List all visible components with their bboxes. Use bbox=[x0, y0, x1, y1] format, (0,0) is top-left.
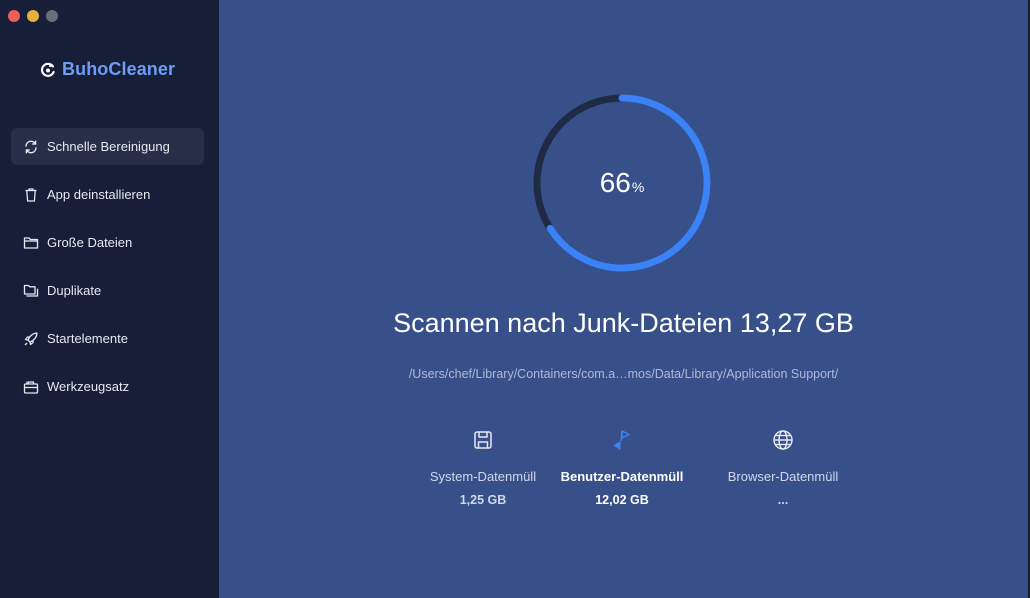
minimize-window-button[interactable] bbox=[27, 10, 39, 22]
category-label: Browser-Datenmüll bbox=[727, 469, 839, 484]
category-browser-junk[interactable]: Browser-Datenmüll ... bbox=[698, 426, 868, 507]
buho-logo-icon bbox=[40, 62, 55, 77]
progress-unit: % bbox=[631, 179, 645, 195]
sidebar: BuhoCleaner Schnelle Bereinigung App dei… bbox=[0, 0, 219, 598]
duplicate-folder-icon bbox=[23, 283, 39, 299]
toolbox-icon bbox=[23, 379, 39, 395]
category-size: 12,02 GB bbox=[595, 493, 649, 507]
progress-percentage: 66 % bbox=[529, 90, 715, 276]
globe-icon bbox=[698, 426, 868, 454]
close-window-button[interactable] bbox=[8, 10, 20, 22]
app-name: BuhoCleaner bbox=[62, 59, 176, 79]
sidebar-item-startelemente[interactable]: Startelemente bbox=[11, 320, 204, 357]
category-user-junk[interactable]: Benutzer-Datenmüll 12,02 GB bbox=[537, 426, 707, 507]
main-panel: 66 % Scannen nach Junk-Dateien 13,27 GB … bbox=[219, 0, 1028, 598]
folder-icon bbox=[23, 235, 39, 251]
scan-headline: Scannen nach Junk-Dateien 13,27 GB bbox=[393, 308, 854, 338]
rocket-icon bbox=[23, 331, 39, 347]
sidebar-item-label: Duplikate bbox=[47, 283, 102, 298]
sidebar-item-label: Schnelle Bereinigung bbox=[47, 139, 170, 154]
category-label: Benutzer-Datenmüll bbox=[560, 469, 684, 484]
refresh-icon bbox=[23, 139, 39, 155]
sidebar-item-werkzeugsatz[interactable]: Werkzeugsatz bbox=[11, 368, 204, 405]
sidebar-item-duplikate[interactable]: Duplikate bbox=[11, 272, 204, 309]
progress-value: 66 bbox=[599, 167, 631, 198]
sidebar-item-label: Werkzeugsatz bbox=[47, 379, 130, 394]
sidebar-item-app-deinstallieren[interactable]: App deinstallieren bbox=[11, 176, 204, 213]
zoom-window-button[interactable] bbox=[46, 10, 58, 22]
user-flag-icon bbox=[537, 426, 707, 454]
app-brand: BuhoCleaner bbox=[40, 59, 175, 80]
sidebar-item-label: Große Dateien bbox=[47, 235, 133, 250]
category-size: ... bbox=[777, 493, 789, 507]
sidebar-item-grosse-dateien[interactable]: Große Dateien bbox=[11, 224, 204, 261]
sidebar-item-schnelle-bereinigung[interactable]: Schnelle Bereinigung bbox=[11, 128, 204, 165]
window-controls bbox=[8, 10, 58, 22]
scan-current-path: /Users/chef/Library/Containers/com.a…mos… bbox=[408, 367, 839, 381]
sidebar-nav: Schnelle Bereinigung App deinstallieren … bbox=[11, 128, 204, 416]
sidebar-item-label: App deinstallieren bbox=[47, 187, 151, 202]
trash-icon bbox=[23, 187, 39, 203]
sidebar-item-label: Startelemente bbox=[47, 331, 128, 346]
